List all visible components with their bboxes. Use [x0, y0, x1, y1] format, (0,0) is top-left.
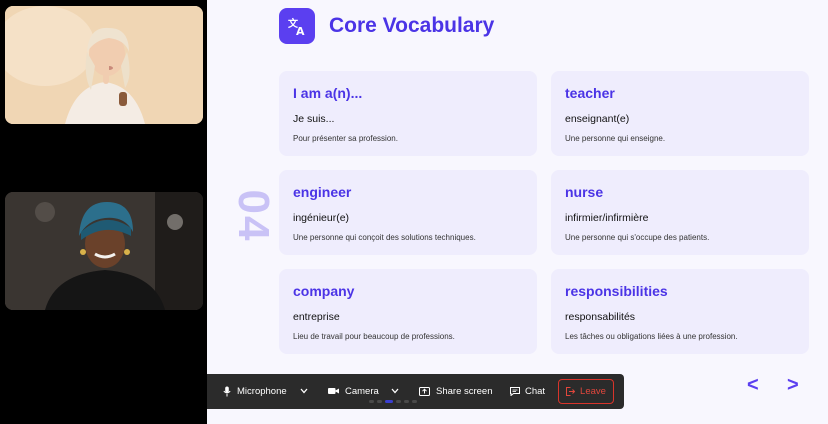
progress-dot — [369, 400, 374, 403]
vocab-english: company — [293, 283, 355, 299]
progress-dot-active — [385, 400, 393, 403]
vocab-french: responsabilités — [565, 311, 636, 323]
leave-icon — [566, 387, 576, 396]
vocab-definition: Une personne qui s'occupe des patients. — [565, 233, 710, 242]
leave-button[interactable]: Leave — [558, 379, 614, 404]
vocab-english: nurse — [565, 184, 604, 200]
vocab-card: company entreprise Lieu de travail pour … — [279, 269, 537, 354]
microphone-label: Microphone — [237, 385, 287, 397]
share-screen-label: Share screen — [436, 385, 493, 397]
vocab-french: Je suis... — [293, 113, 335, 125]
vocab-card: responsibilities responsabilités Les tâc… — [551, 269, 809, 354]
vocab-card: teacher enseignant(e) Une personne qui e… — [551, 71, 809, 156]
vocab-english: responsibilities — [565, 283, 668, 299]
microphone-options-button[interactable] — [300, 379, 308, 403]
microphone-button[interactable]: Microphone — [223, 379, 287, 403]
svg-text:A: A — [296, 25, 305, 36]
leave-label: Leave — [580, 386, 606, 397]
slide-canvas: 文 A Core Vocabulary 04 I am a(n)... Je s… — [207, 0, 828, 424]
participant-1-image — [5, 6, 203, 124]
vocab-card: nurse infirmier/infirmière Une personne … — [551, 170, 809, 255]
vocab-english: teacher — [565, 85, 615, 101]
chat-icon — [510, 386, 520, 396]
vocab-english: I am a(n)... — [293, 85, 363, 101]
vocab-card: I am a(n)... Je suis... Pour présenter s… — [279, 71, 537, 156]
vocab-french: infirmier/infirmière — [565, 212, 649, 224]
participant-video-1[interactable] — [5, 6, 203, 124]
participant-2-image — [5, 192, 203, 310]
share-screen-icon — [419, 386, 430, 396]
vocab-definition: Les tâches ou obligations liées à une pr… — [565, 332, 738, 341]
translate-icon: 文 A — [279, 8, 315, 44]
progress-dot — [396, 400, 401, 403]
chevron-down-icon — [300, 386, 308, 396]
progress-dot — [377, 400, 382, 403]
vocab-french: enseignant(e) — [565, 113, 630, 125]
vocab-card: engineer ingénieur(e) Une personne qui c… — [279, 170, 537, 255]
chevron-down-icon — [391, 386, 399, 396]
meeting-toolbar: Microphone Camera Share screen Chat Leav… — [207, 374, 624, 409]
microphone-icon — [223, 386, 231, 397]
chat-label: Chat — [525, 385, 546, 397]
vocab-definition: Une personne qui enseigne. — [565, 134, 666, 143]
vocab-french: ingénieur(e) — [293, 212, 350, 224]
camera-icon — [328, 387, 339, 395]
vocab-french: entreprise — [293, 311, 340, 323]
vocab-definition: Pour présenter sa profession. — [293, 134, 398, 143]
progress-dot — [412, 400, 417, 403]
next-slide-button[interactable]: > — [787, 374, 799, 397]
participant-video-panel — [0, 0, 207, 424]
chat-button[interactable]: Chat — [510, 379, 545, 403]
section-number: 04 — [225, 184, 281, 248]
progress-dot — [404, 400, 409, 403]
camera-label: Camera — [345, 385, 379, 397]
vocab-english: engineer — [293, 184, 352, 200]
share-screen-button[interactable]: Share screen — [419, 379, 493, 403]
section-number-text: 04 — [229, 189, 278, 243]
vocab-definition: Une personne qui conçoit des solutions t… — [293, 233, 476, 242]
slide-progress-indicator — [369, 400, 417, 403]
vocab-definition: Lieu de travail pour beaucoup de profess… — [293, 332, 455, 341]
participant-video-2[interactable] — [5, 192, 203, 310]
slide-title: Core Vocabulary — [329, 14, 495, 37]
prev-slide-button[interactable]: < — [747, 374, 759, 397]
